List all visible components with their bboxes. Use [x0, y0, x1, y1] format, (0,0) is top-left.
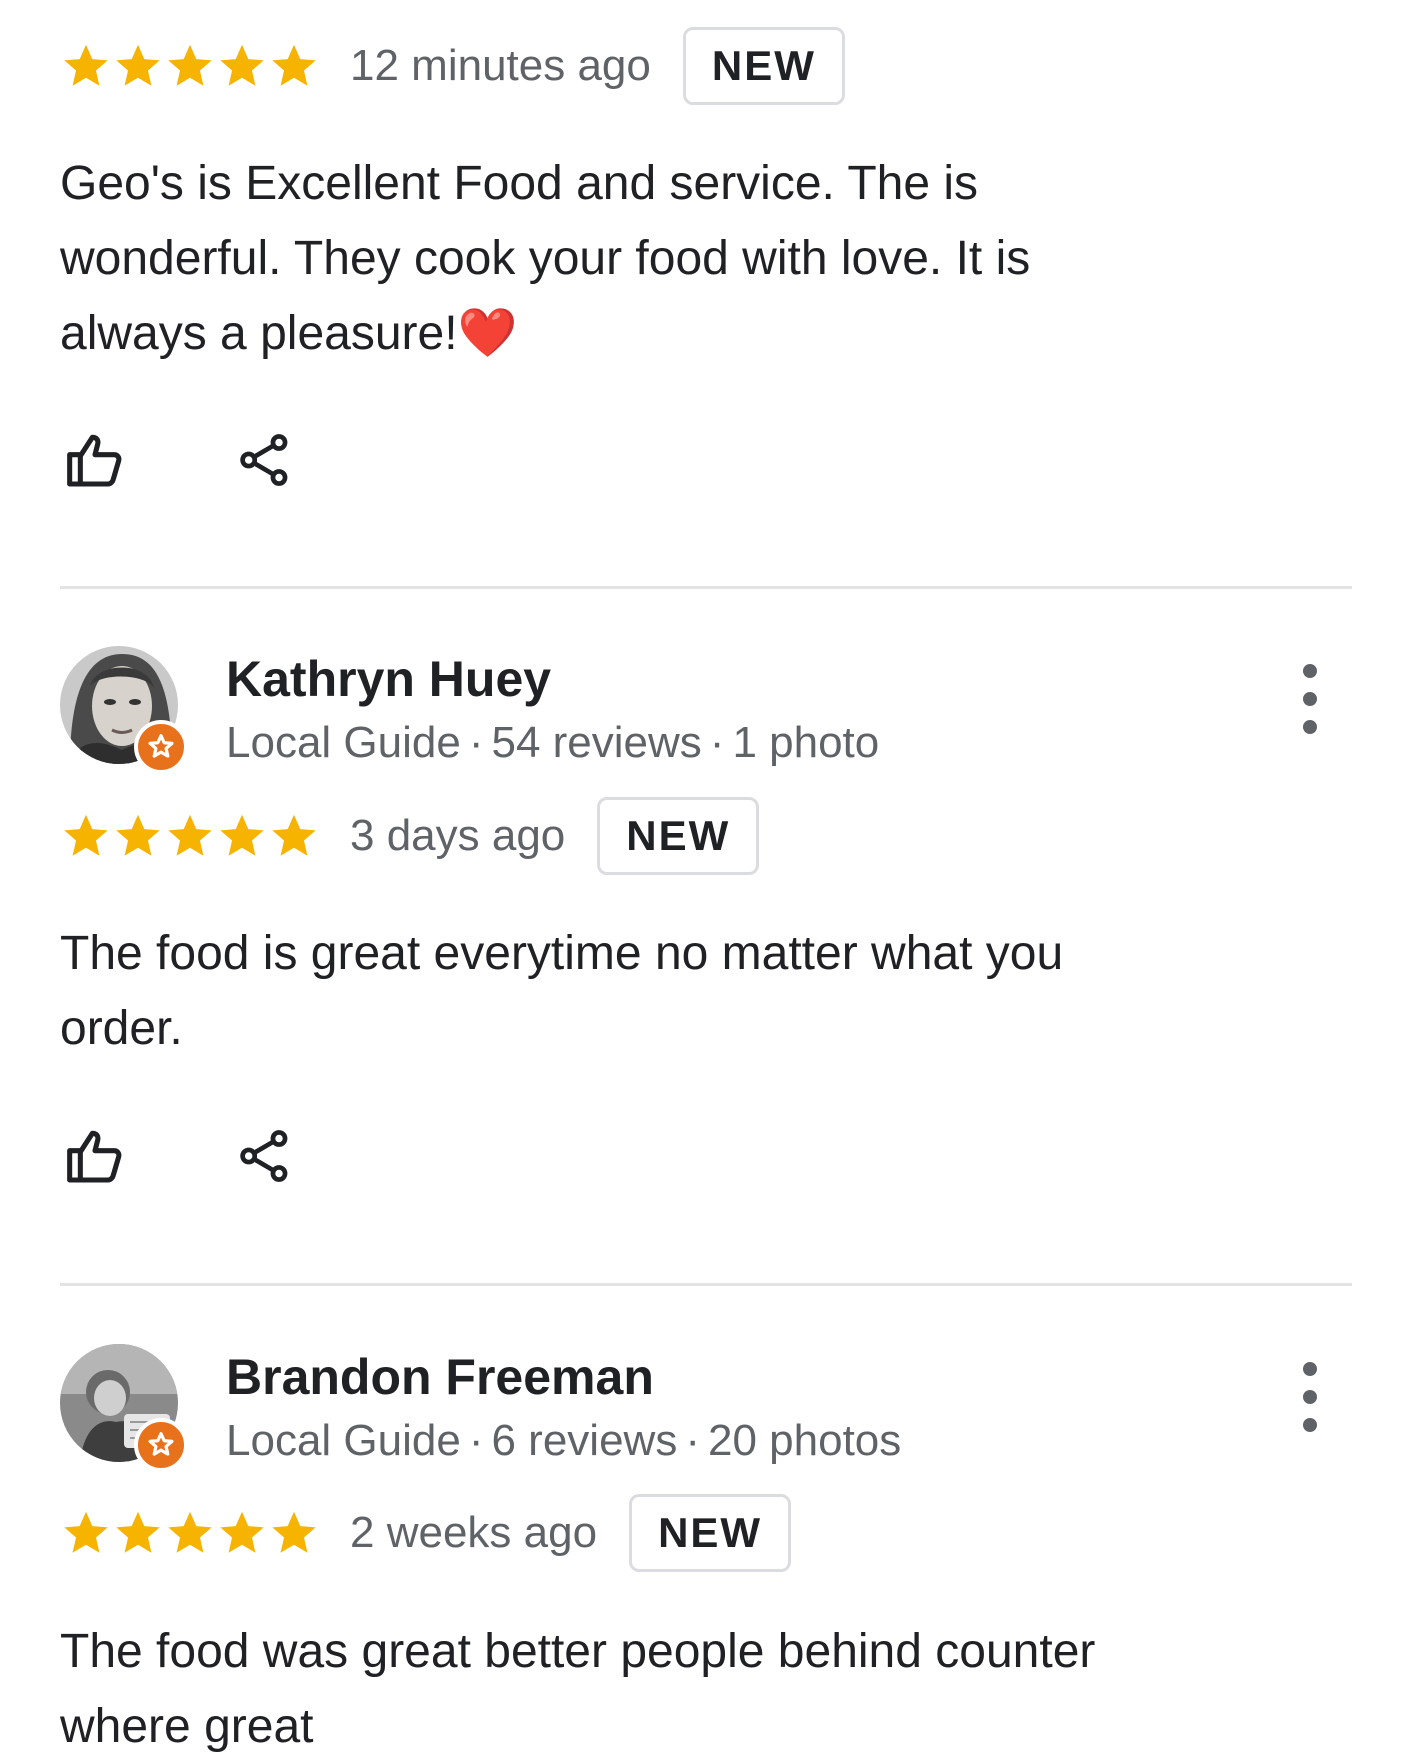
more-vert-icon — [1303, 664, 1317, 678]
share-icon — [240, 434, 288, 486]
divider — [60, 1283, 1352, 1286]
review-actions — [60, 420, 300, 500]
star-icon — [268, 1507, 320, 1559]
local-guide-star-icon — [134, 720, 188, 774]
rating-row: 2 weeks ago NEW — [60, 1493, 792, 1573]
more-options-button[interactable] — [1290, 1362, 1330, 1432]
author-name[interactable]: Kathryn Huey — [226, 650, 551, 708]
star-rating — [60, 806, 320, 866]
rating-row: 3 days ago NEW — [60, 796, 760, 876]
author-role: Local Guide — [226, 718, 461, 767]
star-icon — [112, 1507, 164, 1559]
review-time: 12 minutes ago — [350, 41, 651, 90]
star-icon — [268, 810, 320, 862]
star-icon — [216, 1507, 268, 1559]
review-text: The food was great better people behind … — [60, 1625, 1096, 1753]
review-author[interactable]: Kathryn Huey Local Guide · 54 reviews · 1 ph… — [60, 646, 1360, 776]
more-vert-icon — [1303, 1362, 1317, 1376]
new-badge: NEW — [682, 27, 845, 105]
review-actions — [60, 1116, 300, 1196]
author-review-count: 6 reviews — [491, 1416, 678, 1465]
star-icon — [60, 1507, 112, 1559]
new-badge: NEW — [597, 797, 760, 875]
star-icon — [268, 40, 320, 92]
star-rating — [60, 36, 320, 96]
thumbs-up-icon — [67, 434, 122, 487]
author-name[interactable]: Brandon Freeman — [226, 1348, 654, 1406]
share-button[interactable] — [230, 1121, 300, 1191]
new-badge: NEW — [629, 1494, 792, 1572]
star-icon — [112, 810, 164, 862]
meta-separator: · — [685, 1416, 700, 1465]
review-time: 3 days ago — [350, 811, 566, 860]
author-meta: Local Guide · 6 reviews · 20 photos — [226, 1416, 901, 1466]
share-icon — [240, 1130, 288, 1182]
share-button[interactable] — [230, 425, 300, 495]
review-text: The food is great everytime no matter wh… — [60, 927, 1064, 1055]
star-icon — [60, 810, 112, 862]
star-icon — [164, 40, 216, 92]
meta-separator: · — [468, 718, 484, 767]
star-icon — [164, 1507, 216, 1559]
more-vert-icon-dot — [1303, 692, 1317, 706]
star-rating — [60, 1503, 320, 1563]
author-photo-count: 1 photo — [732, 718, 880, 767]
more-options-button[interactable] — [1290, 664, 1330, 734]
star-icon — [60, 40, 112, 92]
local-guide-star-icon — [134, 1418, 188, 1472]
author-meta: Local Guide · 54 reviews · 1 photo — [226, 718, 879, 768]
meta-separator: · — [468, 1416, 484, 1465]
star-icon — [164, 810, 216, 862]
meta-separator: · — [709, 718, 725, 767]
divider — [60, 586, 1352, 589]
more-vert-icon-dot — [1303, 1418, 1317, 1432]
author-role: Local Guide — [226, 1416, 461, 1465]
more-vert-icon-dot — [1303, 1390, 1317, 1404]
author-review-count: 54 reviews — [491, 718, 702, 767]
author-photo-count: 20 photos — [707, 1416, 902, 1465]
like-button[interactable] — [60, 425, 130, 495]
review-time: 2 weeks ago — [350, 1508, 598, 1557]
thumbs-up-icon — [67, 1130, 122, 1183]
star-icon — [216, 810, 268, 862]
review-author[interactable]: Brandon Freeman Local Guide · 6 reviews · 20… — [60, 1344, 1360, 1474]
like-button[interactable] — [60, 1121, 130, 1191]
review-text: Geo's is Excellent Food and service. The… — [60, 157, 1031, 360]
rating-row: 12 minutes ago NEW — [60, 26, 845, 106]
more-vert-icon-dot — [1303, 720, 1317, 734]
star-icon — [112, 40, 164, 92]
star-icon — [216, 40, 268, 92]
